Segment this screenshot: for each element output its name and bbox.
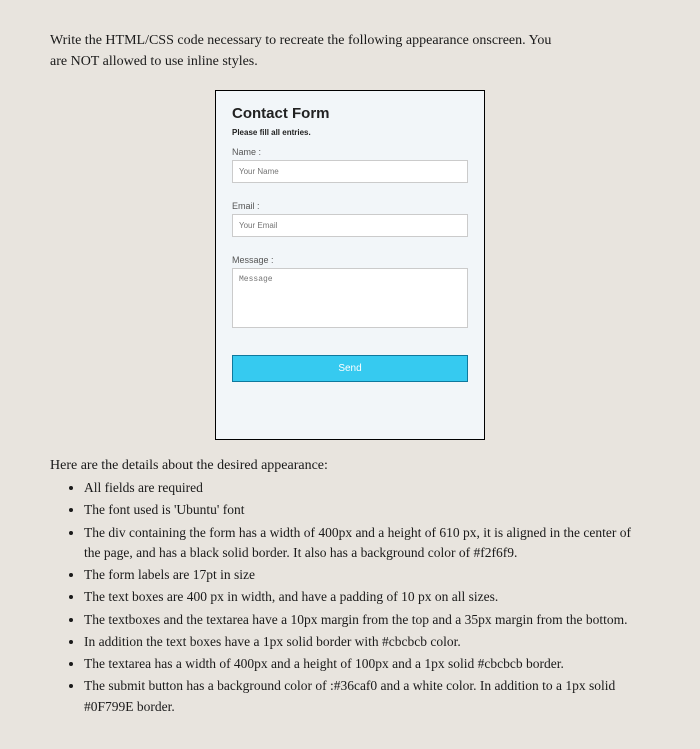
list-item: The textarea has a width of 400px and a … [84,654,650,674]
list-item: The div containing the form has a width … [84,523,650,564]
details-list: All fields are required The font used is… [50,478,650,717]
details-intro: Here are the details about the desired a… [50,458,650,474]
list-item: The font used is 'Ubuntu' font [84,500,650,520]
list-item: The textboxes and the textarea have a 10… [84,610,650,630]
name-input[interactable] [232,160,468,183]
list-item: The form labels are 17pt in size [84,565,650,585]
email-label: Email : [232,201,468,211]
form-preview-wrapper: Contact Form Please fill all entries. Na… [50,90,650,440]
instructions-block: Write the HTML/CSS code necessary to rec… [50,30,650,72]
list-item: The submit button has a background color… [84,676,650,717]
send-button[interactable]: Send [232,355,468,382]
list-item: The text boxes are 400 px in width, and … [84,587,650,607]
message-textarea[interactable] [232,268,468,328]
list-item: All fields are required [84,478,650,498]
instruction-line-1: Write the HTML/CSS code necessary to rec… [50,33,551,48]
form-subtitle: Please fill all entries. [232,128,468,137]
instruction-line-2: are NOT allowed to use inline styles. [50,54,258,69]
form-title: Contact Form [232,105,468,122]
list-item: In addition the text boxes have a 1px so… [84,632,650,652]
message-label: Message : [232,255,468,265]
contact-form-container: Contact Form Please fill all entries. Na… [215,90,485,440]
email-input[interactable] [232,214,468,237]
name-label: Name : [232,147,468,157]
